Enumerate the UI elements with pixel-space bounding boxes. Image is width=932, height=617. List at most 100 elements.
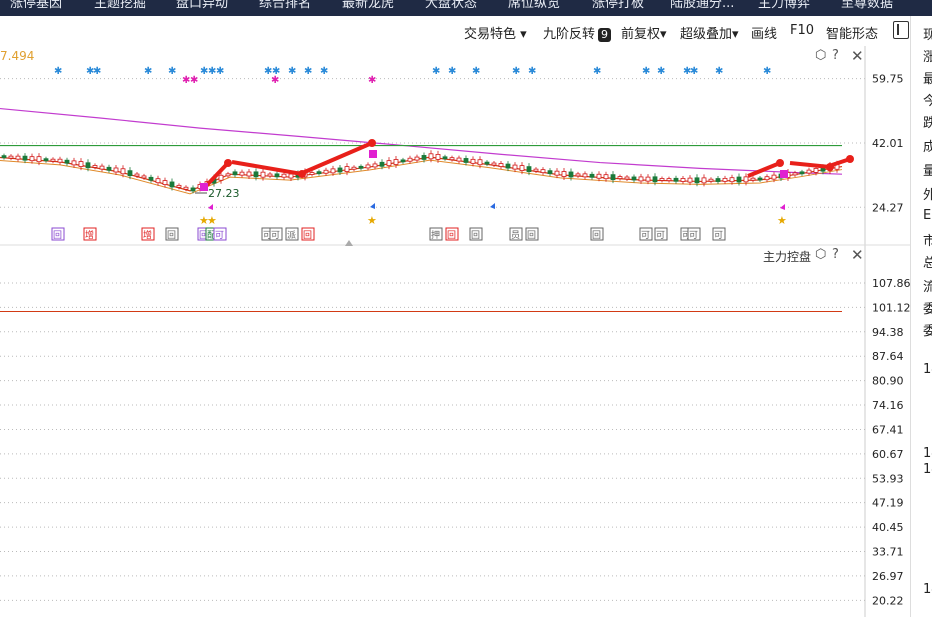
magenta-star-marker: ✱ <box>271 75 279 86</box>
candle <box>351 166 357 170</box>
close-icon[interactable]: ✕ <box>851 246 864 264</box>
candle <box>750 177 756 181</box>
candle <box>316 171 322 175</box>
blue-star-marker: ✱ <box>168 66 176 77</box>
trend-arrow-head <box>224 159 232 167</box>
candle <box>365 164 371 169</box>
event-label-text: 可 <box>656 230 665 241</box>
candle <box>561 171 567 177</box>
candle <box>169 181 175 188</box>
sub-y-tick-label: 40.45 <box>872 521 904 534</box>
highlight-candle <box>200 183 208 191</box>
sub-y-tick-label: 107.86 <box>872 277 910 290</box>
candle <box>36 156 42 163</box>
trend-arrow-head <box>368 139 376 147</box>
candle <box>127 170 133 177</box>
candle <box>743 176 749 183</box>
flag-marker-icon <box>490 203 495 209</box>
quote-field-label: 最 <box>923 72 932 87</box>
quote-field-label: 14 <box>923 582 932 597</box>
event-label-text: 押 <box>431 229 440 241</box>
event-label-text: 员 <box>511 230 520 241</box>
candle <box>617 176 623 179</box>
event-label-text: 回 <box>592 230 601 241</box>
highlight-candle <box>369 150 377 158</box>
close-icon[interactable]: ✕ <box>851 47 864 65</box>
candle <box>323 169 329 174</box>
candle <box>477 159 483 166</box>
candle <box>792 172 798 176</box>
help-icon[interactable]: ? <box>832 48 839 63</box>
event-label-text: 回 <box>527 230 536 241</box>
candle <box>190 187 196 192</box>
candle <box>498 163 504 167</box>
candle <box>421 155 427 160</box>
quote-field-label: 涨 <box>923 50 932 65</box>
kline-chart[interactable]: 59.75 42.01 24.27 27.23 ✱ ✱ ✱ ✱ ✱ ✱ ✱ ✱ ✱ ✱ ✱ ✱ ✱ ✱ ✱ ✱ ✱ ✱ ✱ ✱… <box>0 0 910 617</box>
quote-field-label: 今 <box>923 94 932 109</box>
trend-arrow-head <box>846 155 854 163</box>
sub-y-tick-label: 80.90 <box>872 375 904 388</box>
event-label-text: 回 <box>53 230 62 241</box>
candle <box>400 159 406 163</box>
candle <box>106 166 112 171</box>
blue-star-marker: ✱ <box>715 66 723 77</box>
ma-line-0 <box>0 107 843 175</box>
candle <box>379 161 385 167</box>
candle <box>764 176 770 181</box>
candle <box>428 153 434 160</box>
candle <box>57 158 63 163</box>
settings-icon[interactable]: ⬡ <box>815 48 826 63</box>
candle <box>610 174 616 181</box>
candle <box>344 166 350 172</box>
candle <box>22 155 28 161</box>
quote-field-label: EI <box>923 208 932 223</box>
candle <box>596 173 602 179</box>
candle <box>435 153 441 160</box>
sub-y-tick-label: 94.38 <box>872 326 904 339</box>
candle <box>589 173 595 178</box>
event-label-text: 派 <box>287 230 296 241</box>
event-label-text: 可 <box>271 230 280 241</box>
blue-star-marker: ✱ <box>144 66 152 77</box>
highlight-candle <box>780 170 788 178</box>
candle <box>134 173 140 177</box>
quote-field-label: 委 <box>923 324 932 339</box>
quote-field-label: 市 <box>923 234 932 249</box>
blue-star-marker: ✱ <box>657 66 665 77</box>
blue-star-marker: ✱ <box>528 66 536 77</box>
event-label-text: 可 <box>215 230 224 241</box>
main-y-tick-label: 59.75 <box>872 73 904 86</box>
settings-icon[interactable]: ⬡ <box>815 247 826 262</box>
candle <box>120 168 126 175</box>
candle <box>547 170 553 175</box>
candle <box>666 178 672 182</box>
quote-field-label: 14 <box>923 462 932 477</box>
blue-star-marker: ✱ <box>690 66 698 77</box>
candle <box>274 173 280 178</box>
candle <box>393 159 399 165</box>
candle <box>1 155 7 159</box>
blue-star-marker: ✱ <box>512 66 520 77</box>
candle <box>141 175 147 179</box>
quote-field-label: 委 <box>923 302 932 317</box>
candle <box>533 168 539 172</box>
candle <box>568 171 574 178</box>
ma-line-band <box>0 159 843 195</box>
magenta-star-marker: ✱ <box>368 75 376 86</box>
candle <box>78 161 84 167</box>
candle <box>554 170 560 176</box>
candle <box>239 171 245 176</box>
candle <box>631 176 637 181</box>
sub-y-tick-label: 26.97 <box>872 570 904 583</box>
sub-y-tick-label: 101.12 <box>872 301 910 314</box>
event-label-text: 回 <box>167 230 176 241</box>
quote-field-label: 成 <box>923 140 932 155</box>
candle <box>673 177 679 182</box>
candle <box>29 156 35 162</box>
help-icon[interactable]: ? <box>832 247 839 262</box>
candle <box>582 173 588 178</box>
candle <box>813 167 819 173</box>
sub-y-tick-label: 20.22 <box>872 594 904 607</box>
quote-field-label: 14 <box>923 362 932 377</box>
